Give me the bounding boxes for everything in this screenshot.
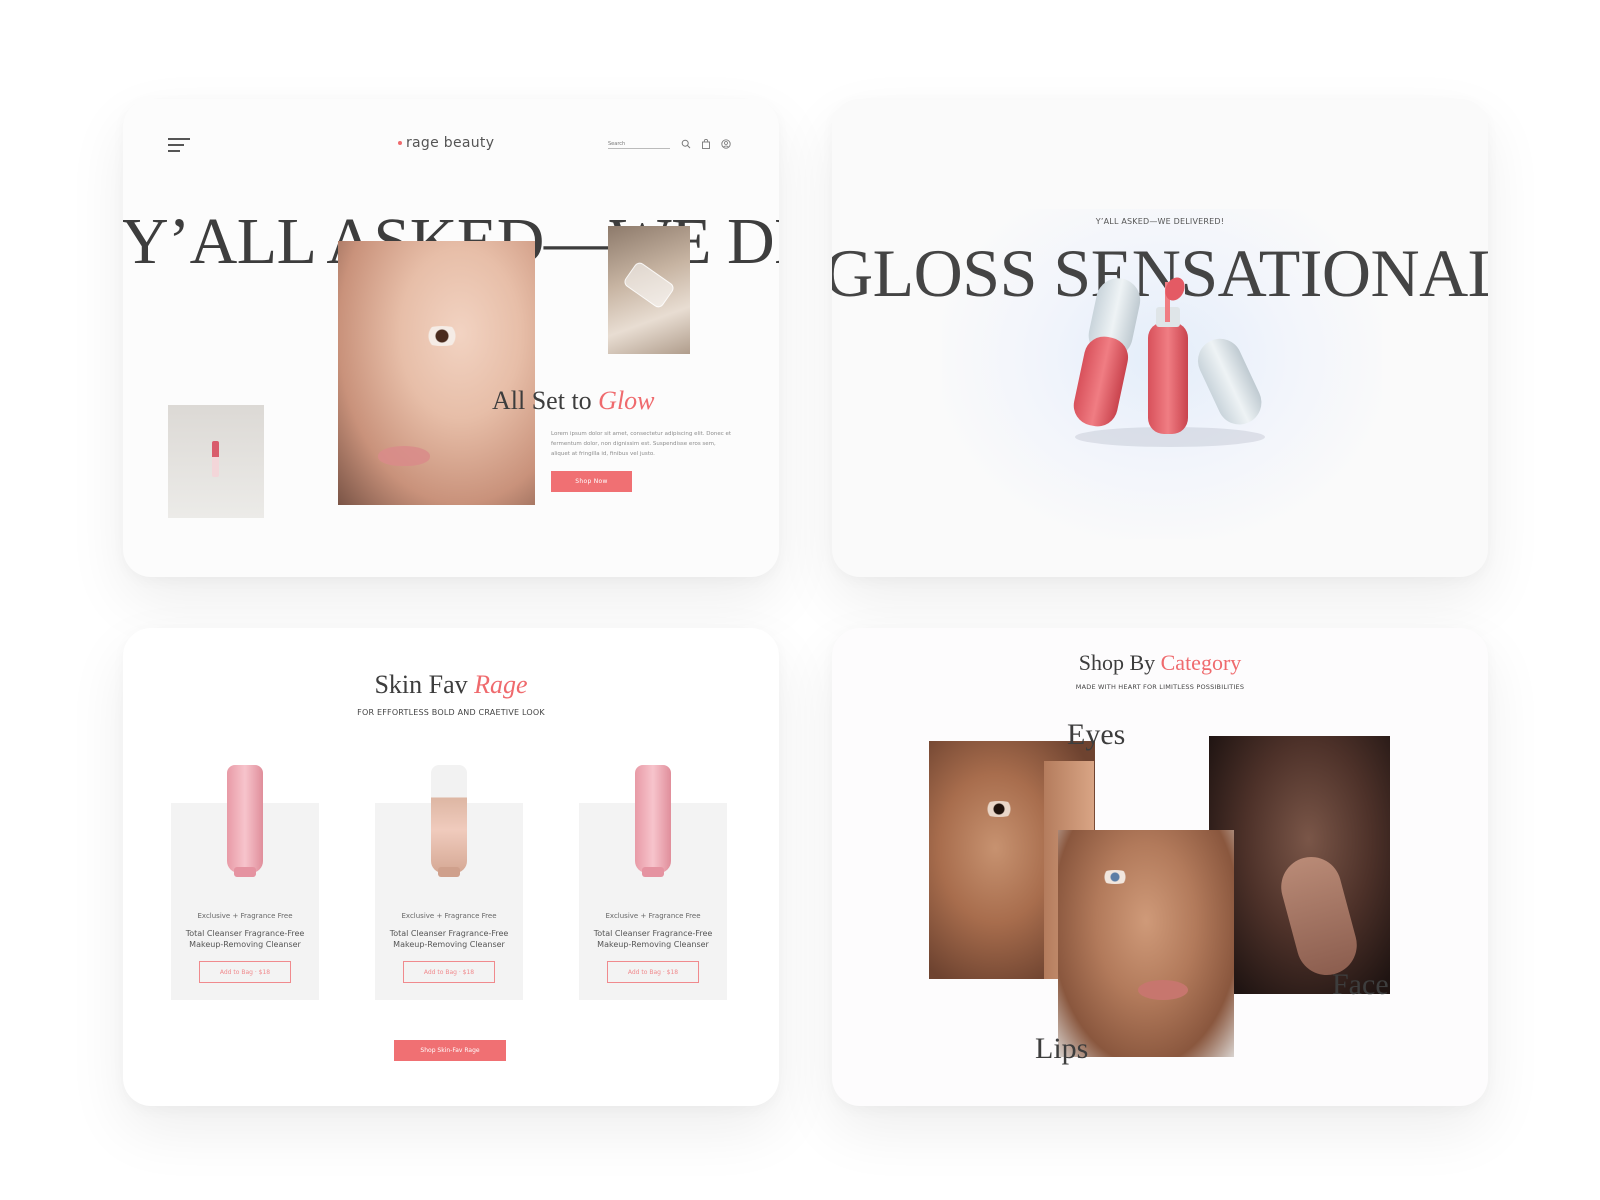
lip-gloss-product-image bbox=[1073, 277, 1265, 447]
shopping-bag-icon[interactable] bbox=[701, 139, 711, 149]
gloss-kicker: Y’ALL ASKED—WE DELIVERED! bbox=[1095, 217, 1225, 226]
serum-bottle-photo bbox=[608, 226, 690, 354]
product-tag: Exclusive + Fragrance Free bbox=[605, 912, 701, 920]
shop-by-category-screen: Shop By Category MADE WITH HEART FOR LIM… bbox=[832, 628, 1488, 1106]
add-to-bag-button[interactable]: Add to Bag · $18 bbox=[403, 961, 495, 983]
lip-gloss-photo bbox=[168, 405, 264, 518]
bottle-base bbox=[438, 867, 460, 877]
hamburger-menu-icon[interactable] bbox=[168, 138, 190, 152]
add-to-bag-button[interactable]: Add to Bag · $18 bbox=[607, 961, 699, 983]
glow-heading-accent: Glow bbox=[598, 386, 655, 415]
gloss-screen: Y’ALL ASKED—WE DELIVERED! GLOSS SENSATIO… bbox=[832, 99, 1488, 577]
category-title-accent: Category bbox=[1160, 650, 1242, 675]
eye-detail bbox=[979, 801, 1019, 817]
product-name: Total Cleanser Fragrance-Free Makeup-Rem… bbox=[389, 929, 509, 949]
face-category-photo[interactable] bbox=[1209, 736, 1390, 994]
product-card[interactable]: Exclusive + Fragrance Free Total Cleanse… bbox=[171, 765, 319, 1000]
skin-fav-title: Skin Fav Rage bbox=[123, 670, 779, 700]
glow-heading-prefix: All Set to bbox=[492, 386, 599, 415]
shop-skin-fav-button[interactable]: Shop Skin-Fav Rage bbox=[394, 1040, 506, 1061]
tube-cap bbox=[234, 867, 256, 877]
foundation-bottle-image bbox=[431, 765, 467, 877]
search-input[interactable] bbox=[608, 139, 670, 149]
skin-fav-subtitle: FOR EFFORTLESS BOLD AND CRAETIVE LOOK bbox=[357, 708, 545, 717]
product-name: Total Cleanser Fragrance-Free Makeup-Rem… bbox=[593, 929, 713, 949]
hand-detail bbox=[1274, 850, 1364, 982]
skin-fav-screen: Skin Fav Rage FOR EFFORTLESS BOLD AND CR… bbox=[123, 628, 779, 1106]
category-subtitle: MADE WITH HEART FOR LIMITLESS POSSIBILIT… bbox=[1075, 683, 1245, 691]
product-card[interactable]: Exclusive + Fragrance Free Total Cleanse… bbox=[375, 765, 523, 1000]
pink-tube-image bbox=[227, 765, 263, 877]
eye-detail bbox=[418, 326, 466, 346]
hero-screen: rage beauty Y’ALL ASKED—WE DE All Set to… bbox=[123, 99, 779, 577]
model-face-photo bbox=[338, 241, 535, 505]
lips-detail bbox=[378, 446, 430, 466]
glow-heading: All Set to Glow bbox=[492, 386, 655, 416]
logo-text: rage beauty bbox=[406, 135, 495, 151]
pink-tube-image bbox=[635, 765, 671, 877]
account-icon[interactable] bbox=[721, 139, 731, 149]
category-title-prefix: Shop By bbox=[1078, 650, 1161, 675]
gloss-stick bbox=[212, 441, 219, 477]
hero-body-text: Lorem ipsum dolor sit amet, consectetur … bbox=[551, 431, 732, 457]
add-to-bag-button[interactable]: Add to Bag · $18 bbox=[199, 961, 291, 983]
tube-cap bbox=[642, 867, 664, 877]
product-name: Total Cleanser Fragrance-Free Makeup-Rem… bbox=[185, 929, 305, 949]
eye-detail bbox=[1098, 870, 1132, 884]
search-icon[interactable] bbox=[681, 139, 691, 149]
brand-logo[interactable]: rage beauty bbox=[398, 135, 494, 151]
lips-category-photo[interactable] bbox=[1058, 830, 1234, 1057]
skin-fav-title-accent: Rage bbox=[474, 670, 528, 699]
product-tag: Exclusive + Fragrance Free bbox=[197, 912, 293, 920]
lips-category-label[interactable]: Lips bbox=[1035, 1032, 1088, 1066]
product-tag: Exclusive + Fragrance Free bbox=[401, 912, 497, 920]
bottle-shape bbox=[622, 260, 676, 310]
category-title: Shop By Category bbox=[832, 650, 1488, 676]
product-card[interactable]: Exclusive + Fragrance Free Total Cleanse… bbox=[579, 765, 727, 1000]
face-category-label[interactable]: Face bbox=[1332, 968, 1389, 1002]
skin-fav-title-prefix: Skin Fav bbox=[374, 670, 475, 699]
shop-now-button[interactable]: Shop Now bbox=[551, 471, 632, 492]
lips-detail bbox=[1138, 980, 1188, 1000]
eyes-category-label[interactable]: Eyes bbox=[1067, 718, 1125, 752]
logo-dot bbox=[398, 141, 402, 145]
